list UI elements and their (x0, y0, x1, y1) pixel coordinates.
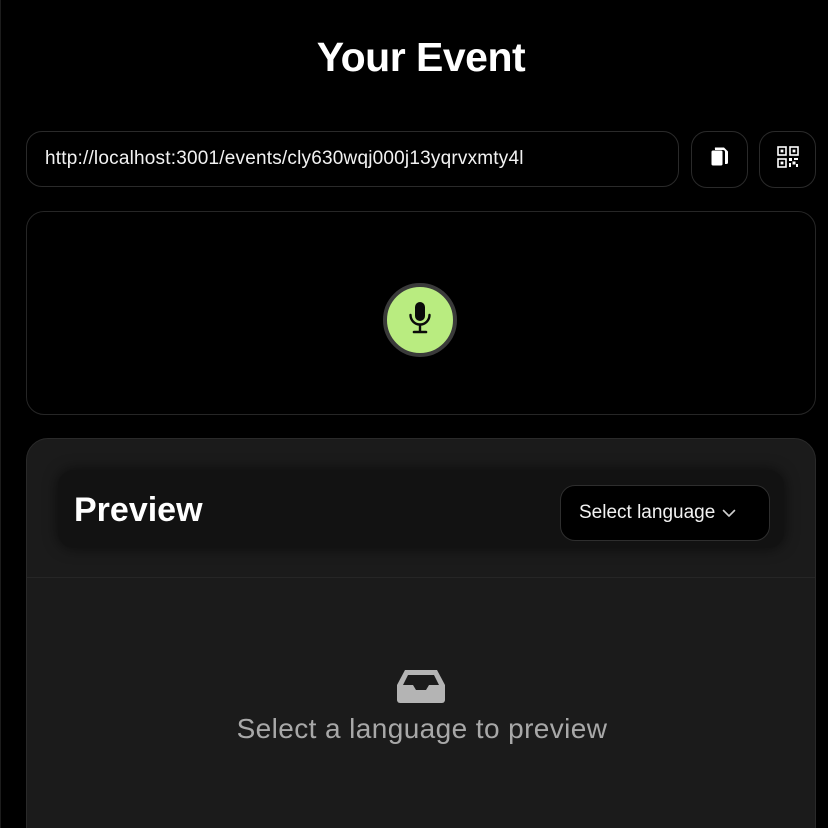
language-select-value: Select language (579, 502, 716, 523)
microphone-icon (407, 301, 433, 340)
inbox-icon (394, 667, 448, 705)
event-page: Your Event http://localhost:3001/events/… (0, 0, 828, 828)
event-url-field[interactable]: http://localhost:3001/events/cly630wqj00… (26, 131, 679, 187)
qr-code-button[interactable] (759, 131, 816, 188)
preview-divider (27, 577, 815, 578)
language-select[interactable]: Select language (560, 485, 770, 541)
page-title: Your Event (316, 34, 526, 80)
qr-code-icon (776, 146, 799, 173)
preview-title: Preview (74, 491, 203, 529)
preview-panel: Preview Select language Select a languag… (26, 438, 816, 828)
copy-url-button[interactable] (691, 131, 748, 188)
copy-icon (710, 146, 730, 173)
empty-state-message: Select a language to preview (236, 713, 608, 744)
chevron-down-icon (722, 509, 736, 518)
record-button[interactable] (383, 283, 457, 357)
event-url-text: http://localhost:3001/events/cly630wqj00… (45, 148, 524, 169)
